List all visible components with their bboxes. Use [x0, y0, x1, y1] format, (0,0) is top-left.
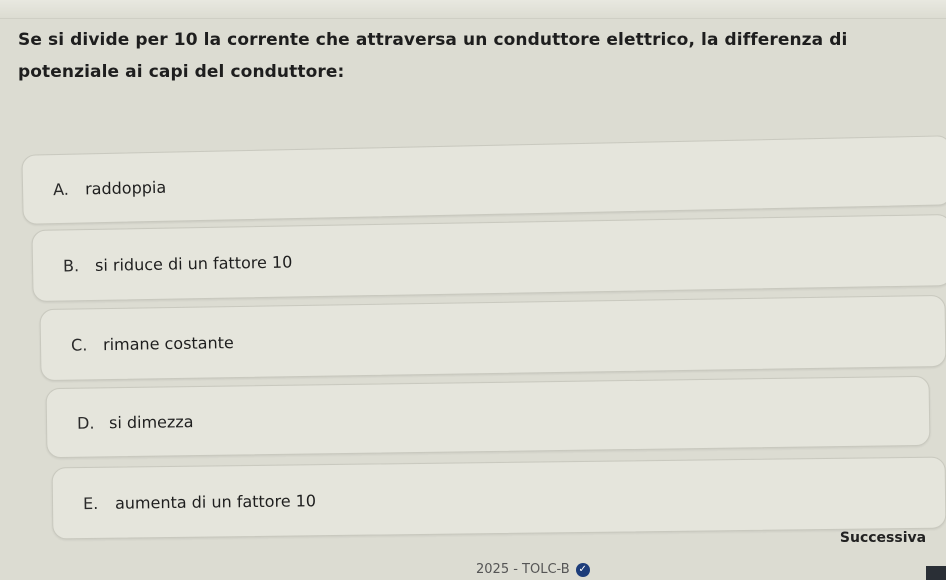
option-label: aumenta di un fattore 10: [114, 490, 317, 513]
next-button[interactable]: Successiva: [820, 518, 946, 558]
option-letter: A.: [52, 179, 70, 199]
footer-text: 2025 - TOLC-B: [476, 562, 570, 577]
option-letter: C.: [70, 334, 88, 355]
check-badge-icon: ✓: [575, 562, 590, 577]
device-corner: [926, 566, 946, 580]
option-label: rimane costante: [102, 332, 234, 354]
option-e[interactable]: E. aumenta di un fattore 10: [51, 456, 946, 540]
option-c[interactable]: C. rimane costante: [39, 294, 946, 382]
option-label: si riduce di un fattore 10: [94, 251, 293, 275]
option-b[interactable]: B. si riduce di un fattore 10: [31, 213, 946, 303]
option-label: si dimezza: [108, 411, 194, 432]
option-label: raddoppia: [84, 177, 167, 198]
footer: 2025 - TOLC-B ✓: [476, 562, 590, 577]
option-letter: E.: [82, 493, 99, 513]
option-letter: D.: [76, 412, 95, 433]
option-letter: B.: [62, 255, 80, 275]
answer-options: A. raddoppia B. si riduce di un fattore …: [0, 0, 946, 580]
option-a[interactable]: A. raddoppia: [21, 135, 946, 225]
option-d[interactable]: D. si dimezza: [45, 375, 931, 459]
